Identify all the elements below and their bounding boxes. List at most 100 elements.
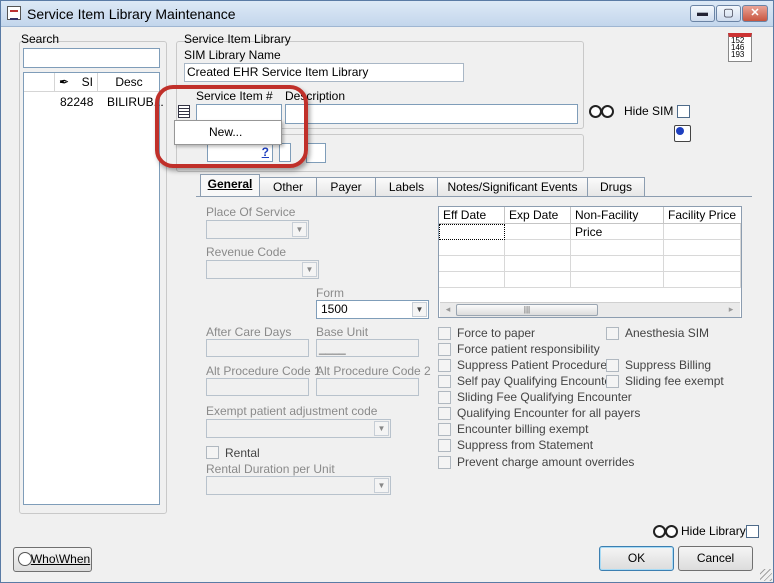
glasses-icon[interactable]: [653, 523, 678, 538]
menu-item-new[interactable]: New...: [183, 124, 273, 141]
column-header-si[interactable]: ✒ SI: [54, 73, 98, 92]
tab-payer[interactable]: Payer: [316, 177, 376, 196]
grid-header-nonfacility-price[interactable]: Non-Facility Price: [571, 207, 664, 239]
alt-code2-input[interactable]: [316, 378, 419, 396]
suppress-billing-checkbox[interactable]: [606, 359, 619, 372]
search-input[interactable]: [23, 48, 160, 68]
cancel-button[interactable]: Cancel: [678, 546, 753, 571]
maximize-button[interactable]: ▢: [716, 5, 741, 22]
grid-header-eff-date[interactable]: Eff Date: [439, 207, 505, 224]
sliding-fee-exempt-checkbox[interactable]: [606, 375, 619, 388]
grid-cell[interactable]: [439, 224, 505, 240]
grid-header-facility-price[interactable]: Facility Price: [664, 207, 741, 224]
rental-checkbox[interactable]: [206, 446, 219, 459]
revenue-code-select[interactable]: ▼: [206, 260, 319, 279]
scroll-left-icon[interactable]: ◂: [441, 303, 455, 316]
alt-code2-label: Alt Procedure Code 2: [316, 364, 431, 378]
ok-button[interactable]: OK: [599, 546, 674, 571]
alt-code1-input[interactable]: [206, 378, 309, 396]
checkbox-label: Anesthesia SIM: [625, 326, 710, 340]
list-item-desc: BILIRUB...: [107, 95, 164, 109]
encounter-billing-exempt-checkbox[interactable]: [438, 423, 451, 436]
rental-duration-label: Rental Duration per Unit: [206, 462, 335, 476]
grid-cell[interactable]: [571, 272, 664, 288]
chevron-down-icon: ▼: [292, 222, 307, 237]
hide-sim-checkbox[interactable]: [677, 105, 690, 118]
prevent-charge-override-checkbox[interactable]: [438, 456, 451, 469]
grid-cell[interactable]: [664, 272, 741, 288]
force-to-paper-checkbox[interactable]: [438, 327, 451, 340]
revenue-code-label: Revenue Code: [206, 245, 287, 259]
glasses-icon[interactable]: [589, 103, 614, 118]
user-info-icon: [18, 552, 32, 566]
tab-labels[interactable]: Labels: [375, 177, 438, 196]
title-bar[interactable]: Service Item Library Maintenance ▬ ▢ ✕: [1, 1, 773, 27]
who-when-button[interactable]: Who\When: [13, 547, 92, 572]
place-of-service-select[interactable]: ▼: [206, 220, 309, 239]
info-user-icon[interactable]: [674, 125, 691, 142]
minimize-button[interactable]: ▬: [690, 5, 715, 22]
notes-icon[interactable]: [178, 105, 190, 118]
grid-cell[interactable]: [505, 272, 571, 288]
column-header-desc[interactable]: Desc: [99, 73, 159, 92]
checkbox-label: Force patient responsibility: [457, 342, 600, 356]
grid-cell[interactable]: [664, 240, 741, 256]
tab-general[interactable]: General: [200, 174, 260, 197]
checkbox-label: Qualifying Encounter for all payers: [457, 406, 641, 420]
close-button[interactable]: ✕: [742, 5, 768, 22]
suppress-patient-procedure-checkbox[interactable]: [438, 359, 451, 372]
grid-cell[interactable]: [571, 240, 664, 256]
tab-other[interactable]: Other: [259, 177, 317, 196]
context-menu: New...: [174, 120, 282, 145]
grid-cell[interactable]: [439, 240, 505, 256]
scroll-thumb[interactable]: |||: [456, 304, 598, 316]
rental-label: Rental: [225, 446, 260, 460]
grid-cell[interactable]: [505, 224, 571, 240]
resize-grip-icon[interactable]: [760, 569, 772, 581]
tab-notes[interactable]: Notes/Significant Events: [437, 177, 588, 196]
grid-cell[interactable]: [439, 272, 505, 288]
dialog-window: Service Item Library Maintenance ▬ ▢ ✕ 1…: [0, 0, 774, 583]
sliding-fee-qualifying-checkbox[interactable]: [438, 391, 451, 404]
grid-cell[interactable]: [664, 224, 741, 240]
anesthesia-sim-checkbox[interactable]: [606, 327, 619, 340]
description-label: Description: [285, 89, 346, 103]
suppress-from-statement-checkbox[interactable]: [438, 439, 451, 452]
library-name-field[interactable]: Created EHR Service Item Library: [184, 63, 464, 82]
description-input[interactable]: [285, 104, 578, 124]
list-item[interactable]: 82248 BILIRUB...: [24, 94, 164, 110]
window-title: Service Item Library Maintenance: [27, 6, 236, 22]
scroll-right-icon[interactable]: ▸: [724, 303, 738, 316]
code-input[interactable]: ?: [207, 143, 273, 162]
chevron-down-icon: ▼: [412, 302, 427, 317]
qualifying-all-payers-checkbox[interactable]: [438, 407, 451, 420]
chevron-down-icon: ▼: [302, 262, 317, 277]
grid-cell[interactable]: [505, 240, 571, 256]
after-care-days-input[interactable]: [206, 339, 309, 357]
modifier-input[interactable]: [279, 143, 291, 162]
grid-cell[interactable]: [571, 256, 664, 272]
grid-header-exp-date[interactable]: Exp Date: [505, 207, 571, 224]
rental-duration-select[interactable]: ▼: [206, 476, 391, 495]
tab-drugs[interactable]: Drugs: [587, 177, 645, 196]
extra-input[interactable]: [306, 143, 326, 163]
calendar-icon[interactable]: 152 146 193: [728, 33, 752, 62]
fee-grid[interactable]: Eff Date Exp Date Non-Facility Price Fac…: [438, 206, 742, 318]
form-select[interactable]: 1500 ▼: [316, 300, 429, 319]
exempt-code-select[interactable]: ▼: [206, 419, 391, 438]
hide-library-checkbox[interactable]: [746, 525, 759, 538]
grid-horizontal-scrollbar[interactable]: ◂ ||| ▸: [440, 302, 740, 317]
checkbox-label: Sliding Fee Qualifying Encounter: [457, 390, 632, 404]
exempt-code-label: Exempt patient adjustment code: [206, 404, 378, 418]
grid-cell[interactable]: [664, 256, 741, 272]
force-patient-responsibility-checkbox[interactable]: [438, 343, 451, 356]
app-icon: [7, 6, 21, 20]
calendar-line: 193: [731, 50, 745, 59]
base-unit-input[interactable]: ____: [316, 339, 419, 357]
self-pay-qualifying-checkbox[interactable]: [438, 375, 451, 388]
grid-cell[interactable]: [571, 224, 664, 240]
grid-cell[interactable]: [505, 256, 571, 272]
lookup-button[interactable]: ?: [262, 144, 269, 161]
grid-cell[interactable]: [439, 256, 505, 272]
search-results-list[interactable]: ✒ SI Desc 82248 BILIRUB...: [23, 72, 164, 505]
